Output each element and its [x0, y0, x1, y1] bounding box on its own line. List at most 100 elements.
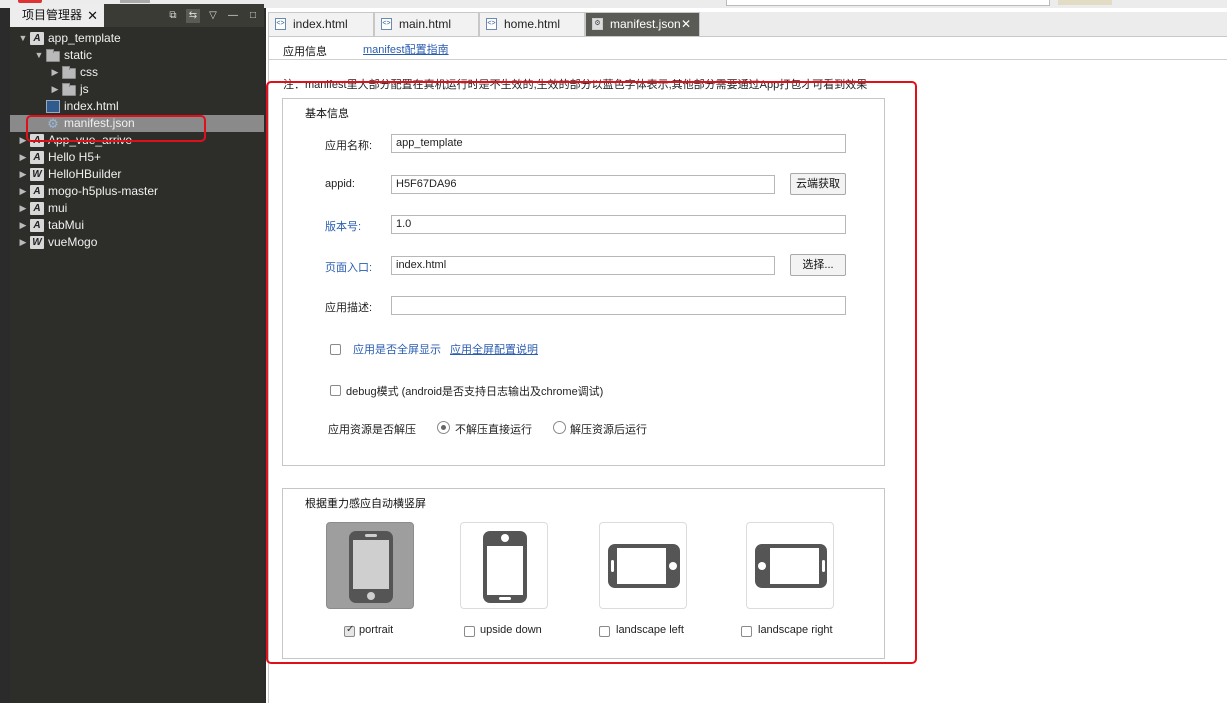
cloud-fetch-button[interactable]: 云端获取 [790, 173, 846, 195]
tab-label: main.html [399, 17, 452, 31]
expand-right-icon[interactable]: ▶ [18, 217, 28, 234]
project-manager-tab[interactable]: 项目管理器 ✕ [10, 4, 104, 27]
expand-down-icon[interactable]: ▼ [18, 30, 28, 47]
tab-manifest-json[interactable]: ⚙ manifest.json ✕ [585, 12, 700, 36]
view-menu-icon[interactable]: ▽ [206, 9, 220, 23]
landscape-right-checkbox[interactable] [741, 626, 752, 637]
orientation-group: 根据重力感应自动横竖屏 portrait upside down [282, 488, 885, 659]
toolbar-search-field[interactable] [726, 0, 1050, 6]
toolbar-icon-run[interactable] [18, 0, 42, 3]
description-input[interactable] [391, 296, 846, 315]
debug-checkbox[interactable] [330, 385, 341, 396]
expand-right-icon[interactable]: ▶ [18, 149, 28, 166]
fullscreen-label: 应用是否全屏显示 [353, 344, 441, 356]
expand-right-icon[interactable]: ▶ [18, 200, 28, 217]
tree-item-static[interactable]: ▼ static [10, 47, 264, 64]
expand-right-icon[interactable]: ▶ [18, 132, 28, 149]
tree-item-app-vue-arrive[interactable]: ▶ A App_vue_arrive [10, 132, 264, 149]
basic-info-title: 基本信息 [305, 108, 349, 120]
project-manager-title: 项目管理器 [22, 8, 83, 22]
tab-app-info[interactable]: 应用信息 [283, 43, 327, 59]
app-name-input[interactable]: app_template [391, 134, 846, 153]
close-icon[interactable]: ✕ [681, 13, 691, 35]
tree-item-label: App_vue_arrive [48, 133, 133, 147]
maximize-icon[interactable]: □ [246, 9, 260, 23]
entry-input[interactable]: index.html [391, 256, 775, 275]
tree-item-hellohbuilder[interactable]: ▶ W HelloHBuilder [10, 166, 264, 183]
tree-item-hello-h5[interactable]: ▶ A Hello H5+ [10, 149, 264, 166]
tree-item-app-template[interactable]: ▼ A app_template [10, 30, 264, 47]
landscape-left-phone-icon [608, 544, 680, 588]
html-file-icon: <> [381, 18, 392, 30]
tree-item-label: css [80, 65, 98, 79]
version-input[interactable]: 1.0 [391, 215, 846, 234]
minimize-icon[interactable]: — [226, 9, 240, 23]
manifest-note: 注：manifest里大部分配置在真机运行时是不生效的,生效的部分以蓝色字体表示… [283, 79, 868, 91]
tree-item-index-html[interactable]: index.html [10, 98, 264, 115]
divider [269, 59, 1227, 60]
landscape-left-label: landscape left [616, 624, 684, 636]
toolbar-icon[interactable] [120, 0, 150, 3]
web-project-icon: W [30, 236, 44, 249]
app-name-label: 应用名称: [325, 140, 373, 152]
choose-button[interactable]: 选择... [790, 254, 846, 276]
expand-right-icon[interactable]: ▶ [50, 64, 60, 81]
landscape-left-checkbox[interactable] [599, 626, 610, 637]
tree-item-css[interactable]: ▶ css [10, 64, 264, 81]
fullscreen-help-link[interactable]: 应用全屏配置说明 [450, 341, 538, 357]
orientation-title: 根据重力感应自动横竖屏 [305, 498, 426, 510]
tree-item-vuemogo[interactable]: ▶ W vueMogo [10, 234, 264, 251]
upside-down-option[interactable] [460, 522, 548, 609]
expand-right-icon[interactable]: ▶ [18, 234, 28, 251]
project-icon: A [30, 219, 44, 232]
basic-info-group: 基本信息 应用名称: app_template appid: H5F67DA96… [282, 98, 885, 466]
expand-right-icon[interactable]: ▶ [18, 166, 28, 183]
html-file-icon: <> [275, 18, 286, 30]
radio-no-unzip-label: 不解压直接运行 [455, 424, 532, 436]
close-icon[interactable]: ✕ [87, 4, 98, 27]
tree-item-label: js [80, 82, 89, 96]
tree-item-mogo-h5plus-master[interactable]: ▶ A mogo-h5plus-master [10, 183, 264, 200]
expand-right-icon[interactable]: ▶ [50, 81, 60, 98]
tree-item-label: manifest.json [64, 116, 135, 130]
tree-item-label: static [64, 48, 93, 62]
tab-home-html[interactable]: <> home.html [479, 12, 585, 36]
tree-item-tabmui[interactable]: ▶ A tabMui [10, 217, 264, 234]
expand-right-icon[interactable]: ▶ [18, 183, 28, 200]
unzip-label: 应用资源是否解压 [328, 424, 416, 436]
toolbar-button[interactable] [1058, 0, 1112, 5]
tree-item-label: mui [48, 201, 68, 215]
tree-item-label: vueMogo [48, 235, 98, 249]
portrait-checkbox[interactable] [344, 624, 355, 637]
portrait-option[interactable] [326, 522, 414, 609]
radio-unzip[interactable] [553, 421, 566, 434]
json-file-icon: ⚙ [592, 18, 603, 30]
landscape-left-option[interactable] [599, 522, 687, 609]
landscape-right-option[interactable] [746, 522, 834, 609]
version-label: 版本号: [325, 221, 362, 233]
tab-label: home.html [504, 17, 561, 31]
debug-label: debug模式 (android是否支持日志输出及chrome调试) [346, 386, 604, 398]
appid-label: appid: [325, 178, 355, 190]
fullscreen-checkbox[interactable] [330, 344, 341, 355]
link-editor-icon[interactable]: ⇆ [186, 8, 200, 23]
radio-no-unzip[interactable] [437, 421, 450, 434]
tab-main-html[interactable]: <> main.html [374, 12, 479, 36]
tree-item-js[interactable]: ▶ js [10, 81, 264, 98]
appid-input[interactable]: H5F67DA96 [391, 175, 775, 194]
expand-down-icon[interactable]: ▼ [34, 47, 44, 64]
panel-toolbar: ⧉ ⇆ ▽ — □ [166, 4, 260, 27]
project-icon: A [30, 202, 44, 215]
tab-index-html[interactable]: <> index.html [268, 12, 374, 36]
tree-item-label: index.html [64, 99, 119, 113]
tree-item-label: HelloHBuilder [48, 167, 122, 181]
upside-down-checkbox[interactable] [464, 626, 475, 637]
collapse-all-icon[interactable]: ⧉ [166, 9, 180, 23]
tree-item-manifest-json[interactable]: ⚙ manifest.json [10, 115, 264, 132]
tree-item-label: Hello H5+ [48, 150, 102, 164]
tree-item-label: tabMui [48, 218, 85, 232]
tree-item-label: mogo-h5plus-master [48, 184, 159, 198]
tree-item-mui[interactable]: ▶ A mui [10, 200, 264, 217]
manifest-guide-link[interactable]: manifest配置指南 [363, 41, 449, 57]
portrait-phone-icon [349, 531, 393, 603]
